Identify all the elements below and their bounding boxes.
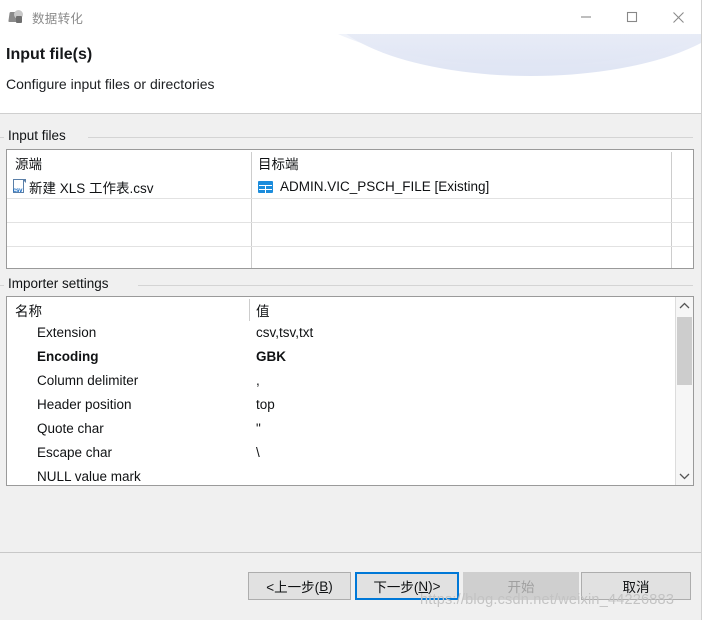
header-decoration bbox=[321, 34, 701, 76]
back-button-mnemonic: B bbox=[319, 578, 329, 594]
window-controls bbox=[563, 0, 701, 34]
settings-row-escape-char[interactable]: Escape char \ bbox=[7, 443, 693, 467]
settings-row-null-value-mark[interactable]: NULL value mark bbox=[7, 467, 693, 485]
settings-row-quote-char[interactable]: Quote char " bbox=[7, 419, 693, 443]
setting-value[interactable]: " bbox=[256, 421, 261, 436]
column-divider-1[interactable] bbox=[251, 152, 252, 268]
dialog-window: 数据转化 Input file(s) Configure input files… bbox=[0, 0, 702, 620]
row-divider-4 bbox=[7, 268, 693, 269]
window-title: 数据转化 bbox=[32, 11, 84, 26]
back-button-label-pre: <上一步( bbox=[266, 580, 320, 595]
settings-row-header-position[interactable]: Header position top bbox=[7, 395, 693, 419]
input-files-table-header: 源端 目标端 bbox=[7, 150, 693, 175]
back-button[interactable]: <上一步(B) bbox=[248, 572, 351, 600]
header-divider bbox=[0, 113, 701, 114]
setting-name: Encoding bbox=[37, 349, 99, 364]
setting-value[interactable]: csv,tsv,txt bbox=[256, 325, 313, 340]
button-bar: <上一步(B) 下一步(N)> 开始 取消 bbox=[0, 553, 701, 620]
scrollbar-thumb[interactable] bbox=[677, 317, 692, 385]
watermark-text: https://blog.csdn.net/weixin_44226883 bbox=[420, 592, 675, 608]
column-divider-2[interactable] bbox=[671, 152, 672, 268]
setting-value[interactable]: , bbox=[256, 373, 260, 388]
database-table-icon bbox=[258, 180, 273, 193]
chevron-down-icon[interactable] bbox=[676, 467, 693, 485]
source-file-name: 新建 XLS 工作表.csv bbox=[29, 180, 154, 196]
setting-value[interactable]: \ bbox=[256, 445, 260, 460]
row-divider-1 bbox=[7, 198, 693, 199]
importer-settings-table-header: 名称 值 bbox=[7, 297, 693, 322]
settings-scrollbar[interactable] bbox=[675, 297, 693, 485]
page-title: Input file(s) bbox=[6, 46, 93, 63]
target-table-name: ADMIN.VIC_PSCH_FILE [Existing] bbox=[280, 179, 490, 194]
app-icon bbox=[8, 9, 24, 25]
row-divider-2 bbox=[7, 222, 693, 223]
page-subtitle: Configure input files or directories bbox=[6, 76, 215, 92]
column-header-source[interactable]: 源端 bbox=[15, 153, 42, 173]
minimize-icon[interactable] bbox=[563, 0, 609, 34]
cell-source[interactable]: csv 新建 XLS 工作表.csv bbox=[13, 175, 154, 198]
csv-file-icon: csv bbox=[13, 179, 27, 194]
input-files-table[interactable]: 源端 目标端 csv 新建 XLS 工作表.csv ADMIN.VIC_PSCH… bbox=[6, 149, 694, 269]
close-icon[interactable] bbox=[655, 0, 701, 34]
row-divider-3 bbox=[7, 246, 693, 247]
maximize-icon[interactable] bbox=[609, 0, 655, 34]
settings-row-column-delimiter[interactable]: Column delimiter , bbox=[7, 371, 693, 395]
setting-name: Column delimiter bbox=[37, 373, 139, 388]
back-button-label-post: ) bbox=[328, 578, 333, 594]
cell-target[interactable]: ADMIN.VIC_PSCH_FILE [Existing] bbox=[258, 175, 489, 198]
settings-row-extension[interactable]: Extension csv,tsv,txt bbox=[7, 323, 693, 347]
settings-row-encoding[interactable]: Encoding GBK bbox=[7, 347, 693, 371]
setting-name: NULL value mark bbox=[37, 469, 141, 484]
column-header-name[interactable]: 名称 bbox=[15, 300, 42, 320]
setting-value[interactable]: GBK bbox=[256, 349, 286, 364]
setting-name: Escape char bbox=[37, 445, 113, 460]
column-header-value[interactable]: 值 bbox=[256, 300, 270, 320]
next-button-label-pre: 下一步( bbox=[373, 580, 419, 595]
title-bar: 数据转化 bbox=[0, 0, 701, 34]
column-header-target[interactable]: 目标端 bbox=[258, 153, 299, 173]
chevron-up-icon[interactable] bbox=[676, 297, 693, 315]
settings-column-divider[interactable] bbox=[249, 299, 250, 321]
input-files-group-label: Input files bbox=[6, 128, 70, 143]
importer-settings-table[interactable]: 名称 值 Extension csv,tsv,txt Encoding GBK … bbox=[6, 296, 694, 486]
table-row[interactable]: csv 新建 XLS 工作表.csv ADMIN.VIC_PSCH_FILE [… bbox=[7, 175, 693, 198]
importer-settings-group-label: Importer settings bbox=[6, 276, 113, 291]
setting-value[interactable]: top bbox=[256, 397, 275, 412]
setting-name: Extension bbox=[37, 325, 97, 340]
wizard-header: Input file(s) Configure input files or d… bbox=[0, 34, 701, 113]
setting-name: Quote char bbox=[37, 421, 104, 436]
setting-name: Header position bbox=[37, 397, 132, 412]
